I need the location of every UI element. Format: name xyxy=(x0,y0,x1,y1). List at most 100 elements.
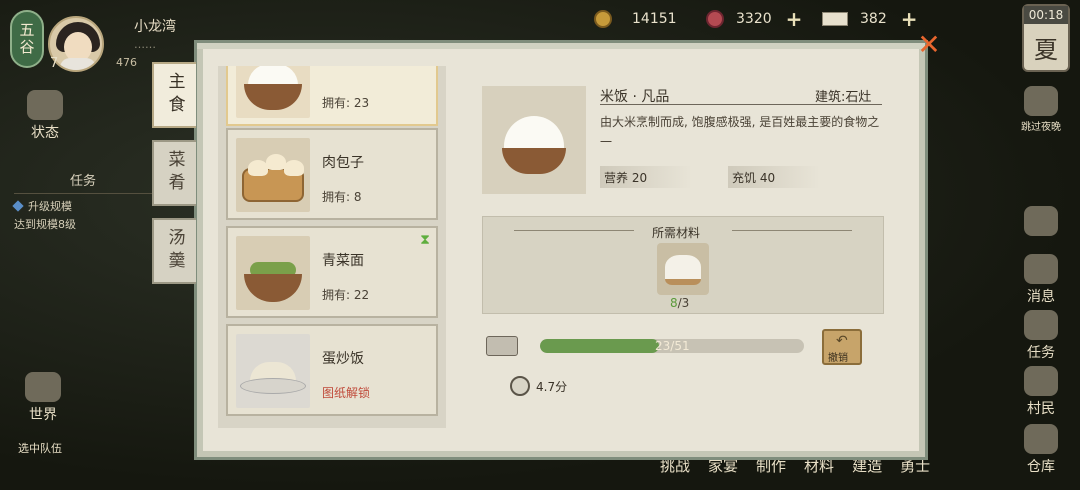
gem-counter: 3320 + xyxy=(706,7,803,31)
bun-icon xyxy=(248,160,268,176)
add-ticket-button[interactable]: + xyxy=(901,7,918,31)
ticket-counter: 382 + xyxy=(822,7,918,31)
add-gem-button[interactable]: + xyxy=(786,7,803,31)
materials-rule-right xyxy=(732,230,852,231)
close-button[interactable]: ✕ xyxy=(916,31,942,59)
ticket-icon xyxy=(822,12,848,26)
scroll-icon xyxy=(1024,310,1058,340)
player-name: 小龙湾 xyxy=(134,19,176,35)
bell-icon xyxy=(1024,254,1058,284)
task-line-upgrade[interactable]: 升级规模 xyxy=(12,198,72,214)
player-level: 7 xyxy=(50,56,59,71)
stat-nutrition: 营养 20 xyxy=(600,166,692,188)
season-badge[interactable]: 五谷 xyxy=(10,10,44,68)
tab-staple-food[interactable]: 主食 xyxy=(152,62,196,128)
undo-label: 撤销 xyxy=(828,353,848,364)
warehouse-icon xyxy=(1024,424,1058,454)
task-line-target[interactable]: 达到规模8级 xyxy=(14,216,76,232)
clock-time: 00:18 xyxy=(1024,6,1068,24)
team-button[interactable]: 选中队伍 xyxy=(10,440,70,456)
title-divider xyxy=(600,104,882,105)
bowl-icon xyxy=(502,148,566,174)
warehouse-button[interactable]: 仓库 xyxy=(1018,424,1064,476)
task-title: 任务 xyxy=(14,170,152,194)
status-icon xyxy=(27,90,63,120)
world-button[interactable]: 世界 xyxy=(18,372,68,424)
gem-amount: 3320 xyxy=(736,11,772,27)
task-diamond-icon xyxy=(12,200,24,212)
panel-top-strip xyxy=(197,43,925,49)
clock-season: 夏 xyxy=(1034,36,1058,64)
warehouse-label: 仓库 xyxy=(1027,459,1055,475)
world-label: 世界 xyxy=(29,407,57,423)
recipe-building: 建筑:石灶 xyxy=(815,90,872,105)
task-label: 任务 xyxy=(1027,345,1055,361)
rice-thumbnail xyxy=(236,66,310,118)
recipe-name: 肉包子 xyxy=(322,155,364,171)
stat-hunger: 充饥 40 xyxy=(728,166,820,188)
materials-title: 所需材料 xyxy=(652,226,701,240)
avatar-body xyxy=(60,58,96,70)
coin-amount: 14151 xyxy=(632,11,677,27)
undo-button[interactable]: ↶ 撤销 xyxy=(822,329,862,365)
coin-icon xyxy=(594,10,612,28)
tab-dishes[interactable]: 菜肴 xyxy=(152,140,196,206)
world-icon xyxy=(25,372,61,402)
villager-label: 村民 xyxy=(1027,401,1055,417)
rest-button[interactable]: 消息 xyxy=(1018,254,1064,306)
status-button[interactable]: 状态 xyxy=(20,90,70,142)
villager-icon xyxy=(1024,366,1058,396)
recipe-owned-count: 拥有: 23 xyxy=(322,96,370,110)
fried-rice-thumbnail xyxy=(236,334,310,408)
task-button[interactable]: 任务 xyxy=(1018,310,1064,362)
undo-arrow-icon: ↶ xyxy=(836,333,848,349)
skip-night-button[interactable]: 跳过夜晚 xyxy=(1018,86,1064,134)
rice-sack-icon xyxy=(665,255,701,285)
recipe-owned-count: 拥有: 8 xyxy=(322,190,362,204)
recipe-card-rice[interactable]: 拥有: 23 xyxy=(226,66,438,126)
recipe-name: 蛋炒饭 xyxy=(322,351,364,367)
hourglass-icon: ⧗ xyxy=(420,232,430,248)
player-subtitle: …… xyxy=(134,38,156,51)
recipe-card-egg-fried-rice[interactable]: 蛋炒饭 图纸解锁 xyxy=(226,324,438,416)
status-label: 状态 xyxy=(31,125,59,141)
recipe-card-vegetable-noodles[interactable]: ⧗ 青菜面 拥有: 22 xyxy=(226,226,438,318)
skip-night-label: 跳过夜晚 xyxy=(1021,122,1061,133)
recipe-description: 由大米烹制而成, 饱腹感极强, 是百姓最主要的食物之一 xyxy=(600,115,880,149)
coin-counter: 14151 xyxy=(594,8,677,30)
recipe-owned-count: 拥有: 22 xyxy=(322,288,370,302)
flower-button[interactable] xyxy=(1018,206,1064,238)
recipe-name: 青菜面 xyxy=(322,253,364,269)
moon-icon xyxy=(1024,86,1058,116)
progress-fill xyxy=(540,339,659,353)
clock-panel[interactable]: 00:18 夏 xyxy=(1022,4,1070,72)
progress-text: 23/51 xyxy=(655,339,690,353)
material-have: 8 xyxy=(670,296,678,310)
villager-button[interactable]: 村民 xyxy=(1018,366,1064,418)
recipe-card-meat-bun[interactable]: 肉包子 拥有: 8 xyxy=(226,128,438,220)
bun-icon xyxy=(266,154,286,170)
material-need: /3 xyxy=(677,296,690,310)
recipe-list[interactable]: 拥有: 23 肉包子 拥有: 8 ⧗ 青菜面 拥有: 22 蛋炒饭 图纸解锁 xyxy=(218,66,446,428)
craft-time: 4.7分 xyxy=(536,380,568,394)
ticket-amount: 382 xyxy=(860,11,887,27)
team-label: 选中队伍 xyxy=(18,442,62,455)
rest-label: 消息 xyxy=(1027,289,1055,305)
material-count: 8/3 xyxy=(670,296,689,310)
material-rice-sack[interactable] xyxy=(657,243,709,295)
bowl-icon xyxy=(244,84,302,110)
plate-icon xyxy=(240,378,306,394)
bowl-icon xyxy=(244,274,302,302)
tab-soups[interactable]: 汤羹 xyxy=(152,218,196,284)
timer-icon xyxy=(510,376,530,396)
craft-queue-icon[interactable] xyxy=(486,336,518,356)
meat-bun-thumbnail xyxy=(236,138,310,212)
task-line1-text: 升级规模 xyxy=(28,200,72,213)
flower-icon xyxy=(1024,206,1058,236)
gem-icon xyxy=(706,10,724,28)
bun-icon xyxy=(284,160,304,176)
recipe-title: 米饭 · 凡品 xyxy=(600,89,670,105)
materials-rule-left xyxy=(514,230,634,231)
noodles-thumbnail xyxy=(236,236,310,310)
recipe-unlock-hint: 图纸解锁 xyxy=(322,386,371,400)
